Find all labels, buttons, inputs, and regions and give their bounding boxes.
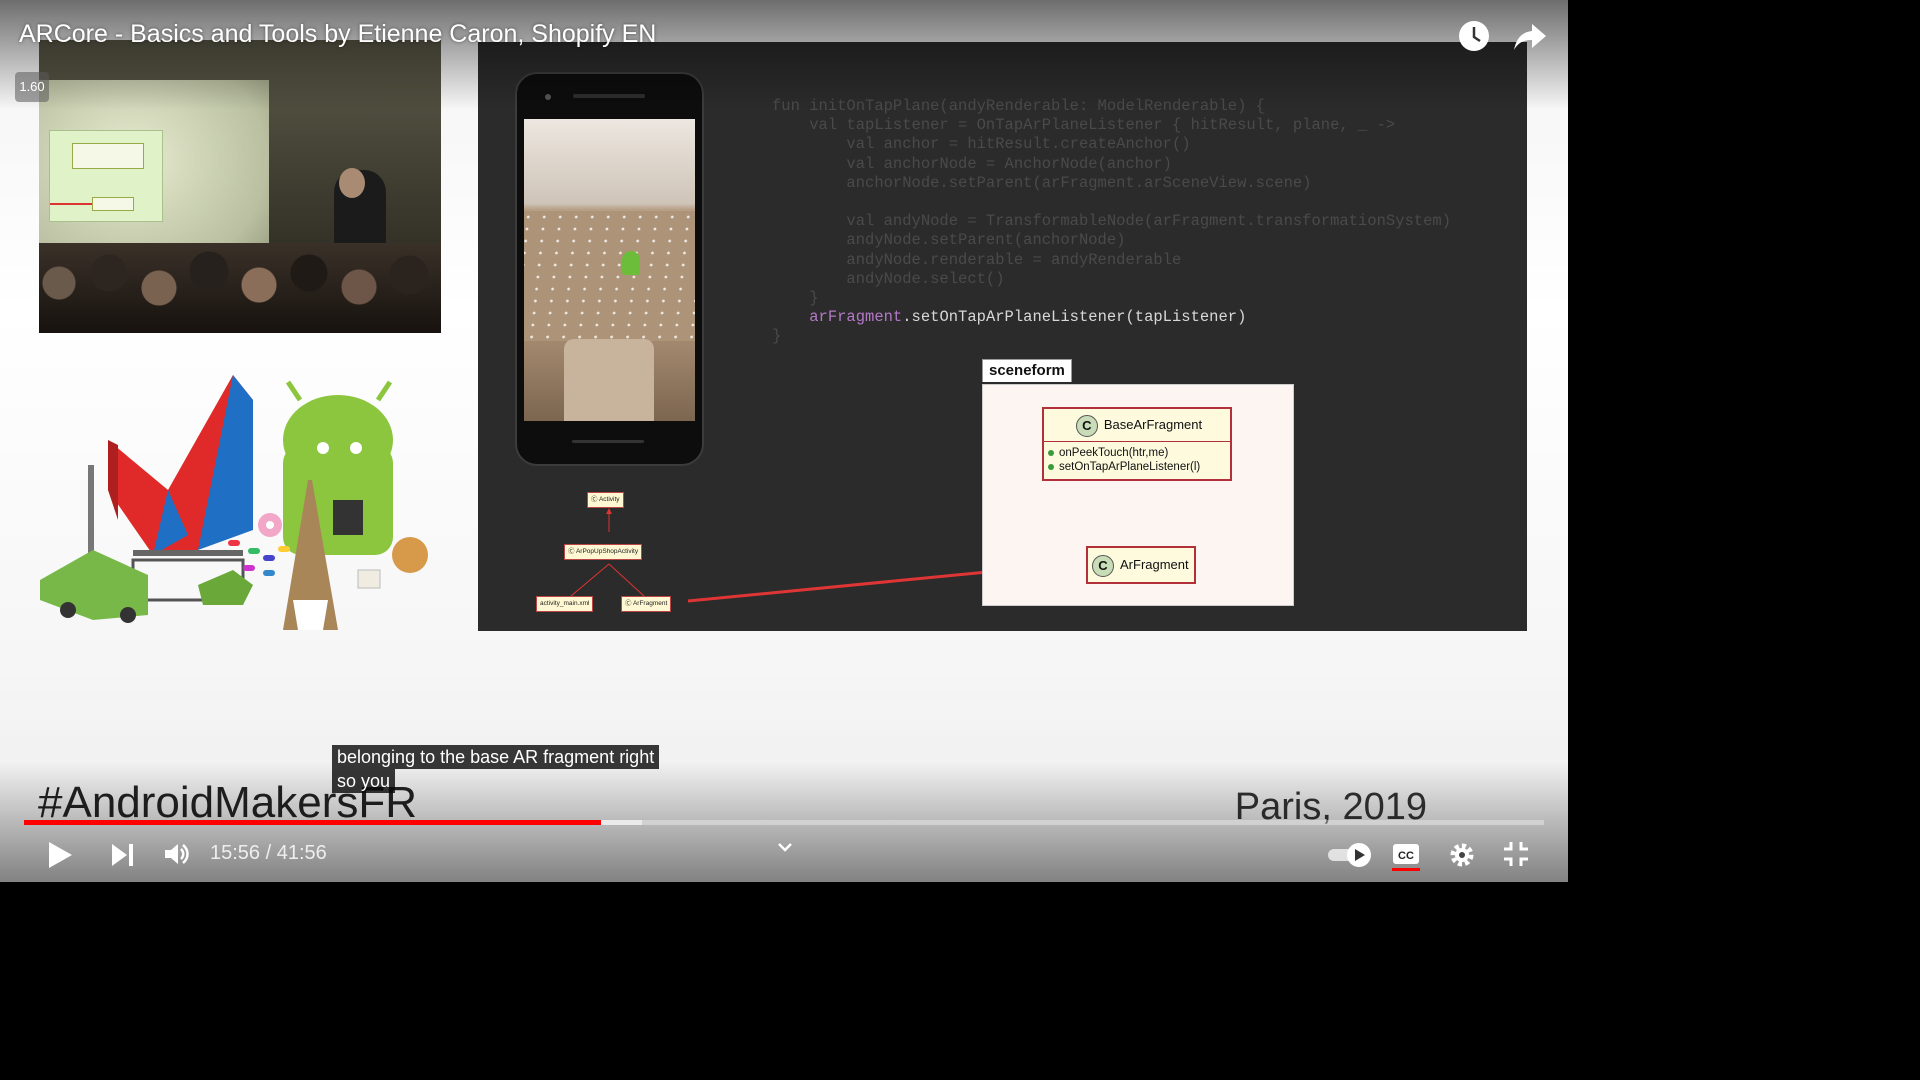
duration: 41:56 xyxy=(276,842,327,864)
captions-button[interactable]: CC xyxy=(1392,842,1420,877)
public-method-icon xyxy=(1048,449,1054,456)
played-bar xyxy=(24,820,602,825)
volume-icon xyxy=(165,844,189,864)
more-videos-button[interactable] xyxy=(776,840,794,858)
closed-caption: belonging to the base AR fragment right … xyxy=(332,745,660,793)
uml-method: onPeekTouch(htr,me) xyxy=(1044,446,1230,460)
share-arrow-icon xyxy=(1514,24,1546,50)
uml-package-tab: sceneform xyxy=(982,359,1072,382)
current-time: 15:56 xyxy=(210,842,261,864)
audience xyxy=(39,243,441,333)
uml-sub-class-name: ArFragment xyxy=(1120,557,1189,572)
share-button[interactable] xyxy=(1512,18,1548,54)
watch-later-button[interactable] xyxy=(1456,18,1492,54)
uml-class-header: C BaseArFragment xyxy=(1044,409,1230,442)
video-title[interactable]: ARCore - Basics and Tools by Etienne Car… xyxy=(19,20,656,49)
caption-line: belonging to the base AR fragment right xyxy=(332,745,660,769)
next-button[interactable] xyxy=(110,842,136,873)
time-separator: / xyxy=(260,842,277,864)
uml-method: setOnTapArPlaneListener(l) xyxy=(1044,460,1230,474)
play-icon xyxy=(49,842,72,868)
class-c-icon: C xyxy=(1092,554,1114,577)
clock-icon xyxy=(1459,21,1489,51)
class-c-icon: C xyxy=(1075,414,1098,437)
cc-icon: CC xyxy=(1392,844,1420,871)
uml-class-ar-fragment: C ArFragment xyxy=(1086,546,1196,584)
time-display: 15:56 / 41:56 xyxy=(210,842,327,865)
settings-button[interactable] xyxy=(1448,841,1476,874)
playback-speed-badge: 1.60 xyxy=(15,72,49,102)
speaker-head xyxy=(339,168,365,198)
progress-bar[interactable] xyxy=(24,820,1544,825)
gear-icon xyxy=(1450,843,1474,867)
uml-method-name: setOnTapArPlaneListener(l) xyxy=(1059,461,1201,473)
uml-class-base-ar-fragment: C BaseArFragment onPeekTouch(htr,me) setO… xyxy=(1042,407,1232,481)
video-player[interactable]: fun initOnTapPlane(andyRenderable: Model… xyxy=(0,0,1568,882)
autoplay-toggle[interactable] xyxy=(1327,842,1373,873)
svg-text:CC: CC xyxy=(1398,850,1414,862)
projected-slide xyxy=(49,130,163,222)
public-method-icon xyxy=(1048,463,1054,470)
chevron-down-icon xyxy=(778,843,792,852)
exit-fullscreen-icon xyxy=(1504,842,1528,866)
uml-base-class-name: BaseArFragment xyxy=(1103,417,1203,432)
play-button[interactable] xyxy=(46,840,74,875)
autoplay-toggle-icon xyxy=(1328,843,1371,867)
caption-line: so you xyxy=(332,769,396,793)
android-makers-logo xyxy=(40,375,428,630)
exit-fullscreen-button[interactable] xyxy=(1503,841,1529,872)
skip-next-icon xyxy=(112,844,133,866)
volume-button[interactable] xyxy=(163,840,191,873)
uml-method-name: onPeekTouch(htr,me) xyxy=(1059,447,1169,459)
speaker-camera-feed xyxy=(39,40,441,333)
presentation-slide: fun initOnTapPlane(andyRenderable: Model… xyxy=(478,42,1527,631)
